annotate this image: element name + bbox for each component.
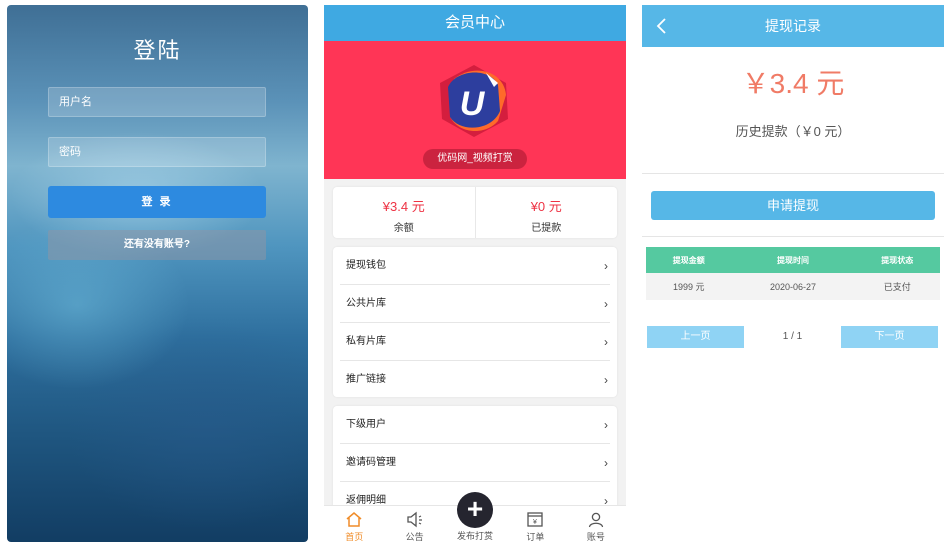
menu-item-promo-link[interactable]: 推广链接 › — [340, 361, 610, 397]
withdrawn-value: ¥0 元 — [530, 199, 562, 214]
member-header-title: 会员中心 — [324, 5, 626, 41]
register-link-button[interactable]: 还有没有账号? — [48, 230, 266, 260]
balance-value: ¥3.4 元 — [382, 199, 425, 214]
chevron-right-icon: › — [604, 335, 608, 349]
chevron-right-icon: › — [604, 456, 608, 470]
balance-label: 余额 — [393, 223, 414, 234]
withdrawn-label: 已提款 — [531, 223, 562, 234]
divider — [642, 236, 944, 237]
publish-label: 发布打赏 — [456, 531, 493, 541]
apply-withdraw-button[interactable]: 申请提现 — [651, 191, 935, 220]
login-title: 登陆 — [133, 38, 182, 63]
table-header-row: 提现金额 提现时间 提现状态 — [646, 247, 940, 273]
publish-plus-button[interactable]: + — [457, 492, 493, 528]
brand-logo-icon: U — [440, 65, 508, 137]
table-cell: 2020-06-27 — [731, 273, 855, 300]
prev-page-button[interactable]: 上一页 — [647, 326, 744, 348]
tab-notice[interactable]: 公告 — [384, 506, 444, 542]
menu-item-invite-codes[interactable]: 邀请码管理 › — [340, 444, 610, 482]
menu-item-private-library[interactable]: 私有片库 › — [340, 323, 610, 361]
site-name-badge: 优码网_视频打赏 — [423, 149, 527, 169]
table-cell: 1999 元 — [646, 273, 732, 300]
column-header: 提现状态 — [854, 247, 940, 273]
chevron-right-icon: › — [604, 259, 608, 273]
menu-item-subusers[interactable]: 下级用户 › — [340, 406, 610, 444]
table-cell: 已支付 — [854, 273, 940, 300]
withdraw-header: 提现记录 — [642, 5, 944, 47]
login-screen: 登陆 用户名 密码 登 录 还有没有账号? — [7, 5, 308, 542]
tab-orders[interactable]: ¥ 订单 — [505, 506, 565, 542]
back-arrow-icon[interactable] — [652, 16, 672, 36]
chevron-right-icon: › — [604, 373, 608, 387]
column-header: 提现金额 — [646, 247, 732, 273]
chevron-right-icon: › — [604, 297, 608, 311]
withdraw-records-screen: 提现记录 ￥3.4 元 历史提款（￥0 元） 申请提现 提现金额 提现时间 提现… — [642, 5, 944, 542]
member-center-screen: 会员中心 U 优码网_视频打赏 ¥3.4 元 余额 ¥0 元 已提款 提现钱包 ›… — [324, 5, 626, 542]
menu-group-main: 提现钱包 › 公共片库 › 私有片库 › 推广链接 › — [333, 247, 617, 397]
order-icon: ¥ — [527, 512, 544, 527]
password-input[interactable]: 密码 — [48, 137, 266, 167]
username-input[interactable]: 用户名 — [48, 87, 266, 117]
menu-item-wallet[interactable]: 提现钱包 › — [340, 247, 610, 285]
tab-home[interactable]: 首页 — [324, 506, 384, 542]
column-header: 提现时间 — [731, 247, 855, 273]
withdrawn-stat[interactable]: ¥0 元 已提款 — [474, 187, 618, 238]
brand-logo-letter: U — [460, 85, 486, 123]
withdraw-table: 提现金额 提现时间 提现状态 1999 元 2020-06-27 已支付 — [646, 247, 940, 300]
divider — [642, 173, 944, 174]
withdraw-title: 提现记录 — [765, 18, 821, 34]
user-icon — [588, 512, 603, 528]
menu-item-public-library[interactable]: 公共片库 › — [340, 285, 610, 323]
balance-stat[interactable]: ¥3.4 元 余额 — [333, 187, 475, 238]
member-banner: U 优码网_视频打赏 — [324, 41, 626, 179]
speaker-icon — [406, 511, 422, 528]
withdraw-amount: ￥3.4 元 — [741, 68, 845, 99]
next-page-button[interactable]: 下一页 — [841, 326, 938, 348]
chevron-right-icon: › — [604, 418, 608, 432]
tab-account[interactable]: 账号 — [566, 506, 626, 542]
home-icon — [346, 512, 362, 527]
withdraw-history: 历史提款（￥0 元） — [735, 124, 851, 139]
page-indicator: 1 / 1 — [782, 331, 803, 342]
balance-summary: ¥3.4 元 余额 ¥0 元 已提款 — [333, 187, 617, 238]
svg-text:¥: ¥ — [533, 519, 537, 526]
login-button[interactable]: 登 录 — [48, 186, 266, 218]
table-row: 1999 元 2020-06-27 已支付 — [646, 273, 940, 300]
